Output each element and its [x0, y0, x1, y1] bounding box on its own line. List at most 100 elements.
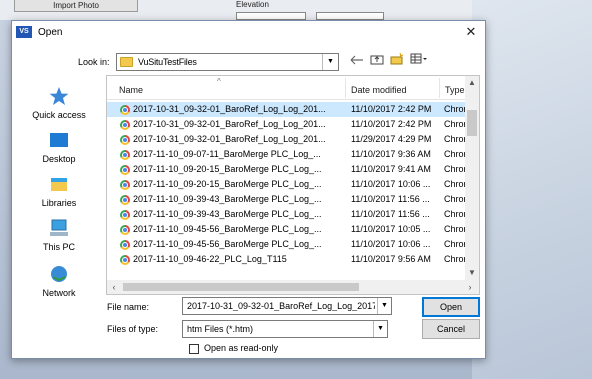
file-type-value: htm Files (*.htm) [187, 324, 254, 334]
horizontal-scrollbar[interactable]: ‹ › [107, 280, 479, 294]
chrome-html-file-icon [120, 255, 130, 265]
chrome-html-file-icon [120, 195, 130, 205]
up-folder-icon[interactable] [368, 53, 386, 71]
file-row[interactable]: 2017-10-31_09-32-01_BaroRef_Log_Log_201.… [107, 117, 468, 132]
chrome-html-file-icon [120, 165, 130, 175]
file-name-combo[interactable]: 2017-10-31_09-32-01_BaroRef_Log_Log_2017… [182, 297, 392, 315]
chrome-html-file-icon [120, 120, 130, 130]
file-row[interactable]: 2017-10-31_09-32-01_BaroRef_Log_Log_201.… [107, 102, 468, 117]
nav-label: Desktop [42, 154, 76, 164]
cancel-button[interactable]: Cancel [422, 319, 480, 339]
file-date-cell: 11/10/2017 10:06 ... [351, 239, 431, 249]
file-date-cell: 11/10/2017 2:42 PM [351, 119, 432, 129]
nav-label: This PC [42, 242, 75, 252]
file-date-cell: 11/10/2017 2:42 PM [351, 104, 432, 114]
chevron-down-icon[interactable]: ▼ [373, 321, 387, 337]
nav-network[interactable]: Network [17, 264, 101, 308]
column-header-type[interactable]: Type [445, 85, 465, 95]
star-icon [49, 87, 69, 105]
look-in-label: Look in: [78, 57, 110, 67]
file-date-cell: 11/10/2017 9:36 AM [351, 149, 431, 159]
file-row[interactable]: 2017-11-10_09-46-22_PLC_Log_T115 11/10/2… [107, 252, 468, 267]
scroll-left-icon[interactable]: ‹ [107, 280, 121, 294]
horizontal-scroll-thumb[interactable] [123, 283, 359, 291]
back-arrow-icon[interactable] [348, 53, 366, 71]
file-date-cell: 11/10/2017 10:05 ... [351, 224, 431, 234]
list-header: ^ Name Date modified Type [107, 76, 467, 100]
network-icon [51, 266, 67, 282]
chrome-html-file-icon [120, 240, 130, 250]
chrome-html-file-icon [120, 150, 130, 160]
background-elevation-label: Elevation [236, 0, 269, 9]
file-row[interactable]: 2017-11-10_09-39-43_BaroMerge PLC_Log_..… [107, 192, 468, 207]
chrome-html-file-icon [120, 180, 130, 190]
file-name-cell: 2017-10-31_09-32-01_BaroRef_Log_Log_201.… [133, 104, 326, 114]
file-row[interactable]: 2017-10-31_09-32-01_BaroRef_Log_Log_201.… [107, 132, 468, 147]
file-list[interactable]: ^ Name Date modified Type 2017-10-31_09-… [106, 75, 480, 295]
file-row[interactable]: 2017-11-10_09-45-56_BaroMerge PLC_Log_..… [107, 222, 468, 237]
file-row[interactable]: 2017-11-10_09-39-43_BaroMerge PLC_Log_..… [107, 207, 468, 222]
nav-desktop[interactable]: Desktop [17, 130, 101, 174]
read-only-label[interactable]: Open as read-only [204, 343, 278, 353]
vertical-scrollbar[interactable]: ▲ ▼ [465, 76, 479, 280]
scroll-up-icon[interactable]: ▲ [465, 76, 479, 90]
column-divider[interactable] [439, 78, 440, 98]
file-name-cell: 2017-11-10_09-07-11_BaroMerge PLC_Log_..… [133, 149, 321, 159]
file-date-cell: 11/10/2017 11:56 ... [351, 209, 430, 219]
background-field [316, 12, 384, 20]
chrome-html-file-icon [120, 210, 130, 220]
nav-label: Libraries [41, 198, 77, 208]
close-icon[interactable]: ✕ [457, 21, 485, 44]
nav-label: Network [42, 288, 76, 298]
read-only-checkbox[interactable] [189, 344, 199, 354]
scroll-right-icon[interactable]: › [463, 280, 477, 294]
background-tab: Import Photo [14, 0, 138, 12]
file-date-cell: 11/10/2017 10:06 ... [351, 179, 431, 189]
open-dialog: VS Open ✕ Look in: VuSituTestFiles ▼ Qui… [11, 20, 486, 359]
file-row[interactable]: 2017-11-10_09-20-15_BaroMerge PLC_Log_..… [107, 177, 468, 192]
nav-quick-access[interactable]: Quick access [17, 86, 101, 130]
chrome-html-file-icon [120, 105, 130, 115]
file-date-cell: 11/10/2017 9:41 AM [351, 164, 431, 174]
chrome-html-file-icon [120, 225, 130, 235]
file-row[interactable]: 2017-11-10_09-07-11_BaroMerge PLC_Log_..… [107, 147, 468, 162]
dialog-title: Open [38, 27, 63, 38]
file-name-cell: 2017-11-10_09-39-43_BaroMerge PLC_Log_..… [133, 209, 322, 219]
file-row[interactable]: 2017-11-10_09-45-56_BaroMerge PLC_Log_..… [107, 237, 468, 252]
nav-libraries[interactable]: Libraries [17, 174, 101, 218]
background-desktop [472, 0, 592, 379]
file-name-cell: 2017-10-31_09-32-01_BaroRef_Log_Log_201.… [133, 134, 326, 144]
file-type-select[interactable]: htm Files (*.htm) ▼ [182, 320, 388, 338]
file-date-cell: 11/29/2017 4:29 PM [351, 134, 432, 144]
file-rows: 2017-10-31_09-32-01_BaroRef_Log_Log_201.… [107, 102, 468, 267]
file-name-cell: 2017-10-31_09-32-01_BaroRef_Log_Log_201.… [133, 119, 326, 129]
scroll-down-icon[interactable]: ▼ [465, 266, 479, 280]
file-type-label: Files of type: [107, 324, 159, 334]
nav-this-pc[interactable]: This PC [17, 218, 101, 262]
file-row[interactable]: 2017-11-10_09-20-15_BaroMerge PLC_Log_..… [107, 162, 468, 177]
file-name-input[interactable]: 2017-10-31_09-32-01_BaroRef_Log_Log_2017 [187, 301, 375, 311]
libraries-icon [51, 178, 67, 191]
file-name-cell: 2017-11-10_09-45-56_BaroMerge PLC_Log_..… [133, 239, 322, 249]
file-name-cell: 2017-11-10_09-20-15_BaroMerge PLC_Log_..… [133, 164, 322, 174]
open-button[interactable]: Open [422, 297, 480, 317]
dialog-titlebar[interactable]: VS Open ✕ [12, 21, 485, 44]
column-header-name[interactable]: Name [119, 85, 143, 95]
chevron-down-icon[interactable]: ▼ [377, 298, 391, 314]
file-name-cell: 2017-11-10_09-20-15_BaroMerge PLC_Log_..… [133, 179, 322, 189]
look-in-dropdown[interactable]: VuSituTestFiles ▼ [116, 53, 339, 71]
background-field [236, 12, 306, 20]
sort-ascending-icon: ^ [217, 77, 221, 86]
chevron-down-icon[interactable]: ▼ [322, 54, 338, 70]
new-folder-icon[interactable] [388, 52, 406, 71]
column-header-date[interactable]: Date modified [351, 85, 407, 95]
column-divider[interactable] [345, 78, 346, 98]
vertical-scroll-thumb[interactable] [467, 110, 477, 136]
file-date-cell: 11/10/2017 9:56 AM [351, 254, 431, 264]
file-date-cell: 11/10/2017 11:56 ... [351, 194, 430, 204]
nav-label: Quick access [32, 110, 86, 120]
view-menu-icon[interactable] [408, 53, 430, 71]
file-name-label: File name: [107, 302, 150, 312]
file-name-cell: 2017-11-10_09-46-22_PLC_Log_T115 [133, 254, 287, 264]
look-in-value: VuSituTestFiles [138, 57, 197, 67]
